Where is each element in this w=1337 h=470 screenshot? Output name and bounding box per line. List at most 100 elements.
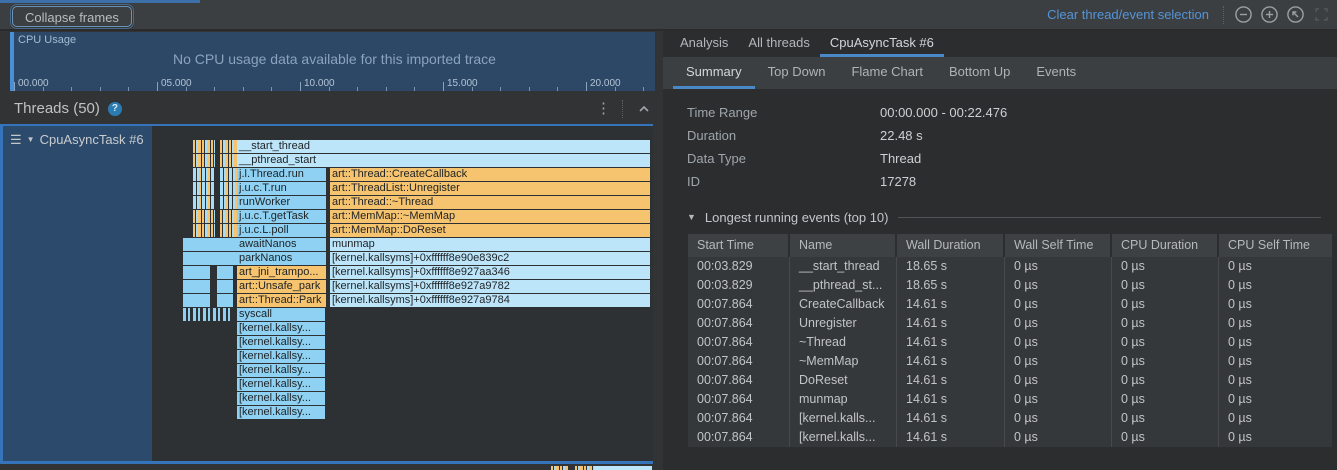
flame-bar[interactable]: [kernel.kallsy... [237,322,325,335]
main-tabs: Analysis All threads CpuAsyncTask #6 [663,31,1337,57]
flame-bar[interactable]: __start_thread [237,140,650,153]
flame-bar[interactable]: j.u.c.T.getTask [237,210,326,223]
flame-bar[interactable]: art::Unsafe_park [237,280,326,293]
flame-bar[interactable] [220,224,237,237]
flame-bar[interactable]: [kernel.kallsy... [237,406,325,419]
thread-name-cell[interactable]: ☰ ▼ CpuAsyncTask #6 [0,126,152,461]
flame-bar[interactable] [217,294,233,307]
flame-bar[interactable] [183,266,210,279]
drag-handle-icon[interactable]: ☰ [10,132,22,147]
toolbar: Collapse frames Clear thread/event selec… [0,0,1337,31]
flame-bar[interactable]: j.u.c.T.run [237,182,326,195]
flame-bar[interactable]: art::Thread::Park [237,294,326,307]
flame-bar[interactable] [193,154,215,167]
tab-cpuasynctask[interactable]: CpuAsyncTask #6 [820,31,944,57]
flame-bar[interactable] [220,196,237,209]
table-cell: 0 µs [1005,352,1112,371]
flame-bar[interactable]: [kernel.kallsyms]+0xffffff8e927aa346 [330,266,650,279]
tab-events[interactable]: Events [1023,57,1089,89]
flame-bar[interactable] [193,196,215,209]
help-icon[interactable]: ? [108,102,122,116]
flame-bar[interactable]: awaitNanos [183,238,326,251]
flame-bar[interactable]: j.l.Thread.run [237,168,326,181]
flame-bar[interactable] [220,140,237,153]
table-row[interactable]: 00:07.864Unregister14.61 s0 µs0 µs0 µs [688,314,1332,333]
clear-selection-link[interactable]: Clear thread/event selection [1047,7,1209,22]
flame-bar[interactable] [220,154,237,167]
flame-chart-canvas[interactable]: __start_thread__pthread_startj.l.Thread.… [152,126,653,461]
table-row[interactable]: 00:07.864~Thread14.61 s0 µs0 µs0 µs [688,333,1332,352]
selected-thread-track[interactable]: ☰ ▼ CpuAsyncTask #6 __start_thread__pthr… [0,124,653,464]
flame-bar[interactable] [220,210,237,223]
flame-bar[interactable]: j.u.c.L.poll [237,224,326,237]
flame-bar[interactable]: [kernel.kallsy... [237,392,325,405]
flame-bar[interactable]: [kernel.kallsy... [237,350,325,363]
flame-bar[interactable]: syscall [237,308,325,321]
flame-bar[interactable] [193,182,215,195]
column-header[interactable]: Start Time [688,234,790,257]
flame-bar[interactable]: art::MemMap::~MemMap [330,210,650,223]
flame-bar[interactable]: runWorker [237,196,326,209]
flame-bar[interactable]: [kernel.kallsyms]+0xffffff8e927a9782 [330,280,650,293]
kebab-menu-icon[interactable]: ⋮ [596,101,611,116]
table-row[interactable]: 00:07.864~MemMap14.61 s0 µs0 µs0 µs [688,352,1332,371]
flame-bar[interactable]: art::Thread::~Thread [330,196,650,209]
flame-bar[interactable] [183,294,210,307]
axis-tick [529,87,530,91]
flame-bar[interactable]: art_jni_trampo... [237,266,326,279]
flame-bar[interactable]: __pthread_start [237,154,650,167]
flame-bar[interactable] [193,140,215,153]
flame-bar[interactable] [183,308,233,321]
collapse-section-icon[interactable] [634,99,653,118]
tab-analysis[interactable]: Analysis [670,31,738,57]
collapse-triangle-icon[interactable]: ▼ [687,212,696,222]
collapse-frames-button[interactable]: Collapse frames [12,6,132,27]
zoom-out-icon[interactable] [1234,5,1253,24]
table-cell: 14.61 s [897,352,1005,371]
flame-bar[interactable]: [kernel.kallsyms]+0xffffff8e90e839c2 [330,252,650,265]
flame-bar[interactable] [193,224,215,237]
table-row[interactable]: 00:03.829__start_thread18.65 s0 µs0 µs0 … [688,257,1332,276]
table-row[interactable]: 00:03.829__pthread_st...18.65 s0 µs0 µs0… [688,276,1332,295]
cpu-usage-panel[interactable]: CPU Usage No CPU usage data available fo… [10,32,655,91]
column-header[interactable]: Name [790,234,897,257]
tab-bottom-up[interactable]: Bottom Up [936,57,1023,89]
column-header[interactable]: CPU Duration [1112,234,1219,257]
events-section-header[interactable]: ▼ Longest running events (top 10) [687,209,1321,225]
column-header[interactable]: Wall Self Time [1005,234,1112,257]
tab-summary[interactable]: Summary [673,57,755,89]
flame-bar[interactable] [183,280,210,293]
table-row[interactable]: 00:07.864[kernel.kalls...14.61 s0 µs0 µs… [688,409,1332,428]
cpu-usage-empty-message: No CPU usage data available for this imp… [14,51,655,67]
flame-bar[interactable]: art::MemMap::DoReset [330,224,650,237]
flame-bar[interactable]: art::ThreadList::Unregister [330,182,650,195]
axis-tick [414,87,415,91]
flame-bar[interactable]: art::Thread::CreateCallback [330,168,650,181]
flame-bar[interactable]: [kernel.kallsy... [237,364,325,377]
flame-bar[interactable]: parkNanos [183,252,326,265]
flame-bar[interactable]: [kernel.kallsy... [237,378,325,391]
flame-bar[interactable] [220,168,237,181]
summary-value-id: 17278 [880,174,916,189]
table-row[interactable]: 00:07.864CreateCallback14.61 s0 µs0 µs0 … [688,295,1332,314]
table-row[interactable]: 00:07.864munmap14.61 s0 µs0 µs0 µs [688,390,1332,409]
flame-bar[interactable] [193,210,215,223]
zoom-in-icon[interactable] [1260,5,1279,24]
column-header[interactable]: CPU Self Time [1219,234,1332,257]
tab-top-down[interactable]: Top Down [755,57,839,89]
flame-bar[interactable]: munmap [330,238,650,251]
flame-bar[interactable]: [kernel.kallsy... [237,336,325,349]
flame-bar[interactable] [220,182,237,195]
flame-bar[interactable]: [kernel.kallsyms]+0xffffff8e927a9784 [330,294,650,307]
tab-flame-chart[interactable]: Flame Chart [838,57,936,89]
table-row[interactable]: 00:07.864[kernel.kalls...14.61 s0 µs0 µs… [688,428,1332,447]
reset-zoom-icon[interactable] [1286,5,1305,24]
expand-triangle-icon[interactable]: ▼ [27,132,35,147]
table-row[interactable]: 00:07.864DoReset14.61 s0 µs0 µs0 µs [688,371,1332,390]
summary-value-data-type: Thread [880,151,921,166]
column-header[interactable]: Wall Duration [897,234,1005,257]
flame-bar[interactable] [193,168,215,181]
tab-all-threads[interactable]: All threads [738,31,819,57]
flame-bar[interactable] [217,280,233,293]
flame-bar[interactable] [217,266,233,279]
